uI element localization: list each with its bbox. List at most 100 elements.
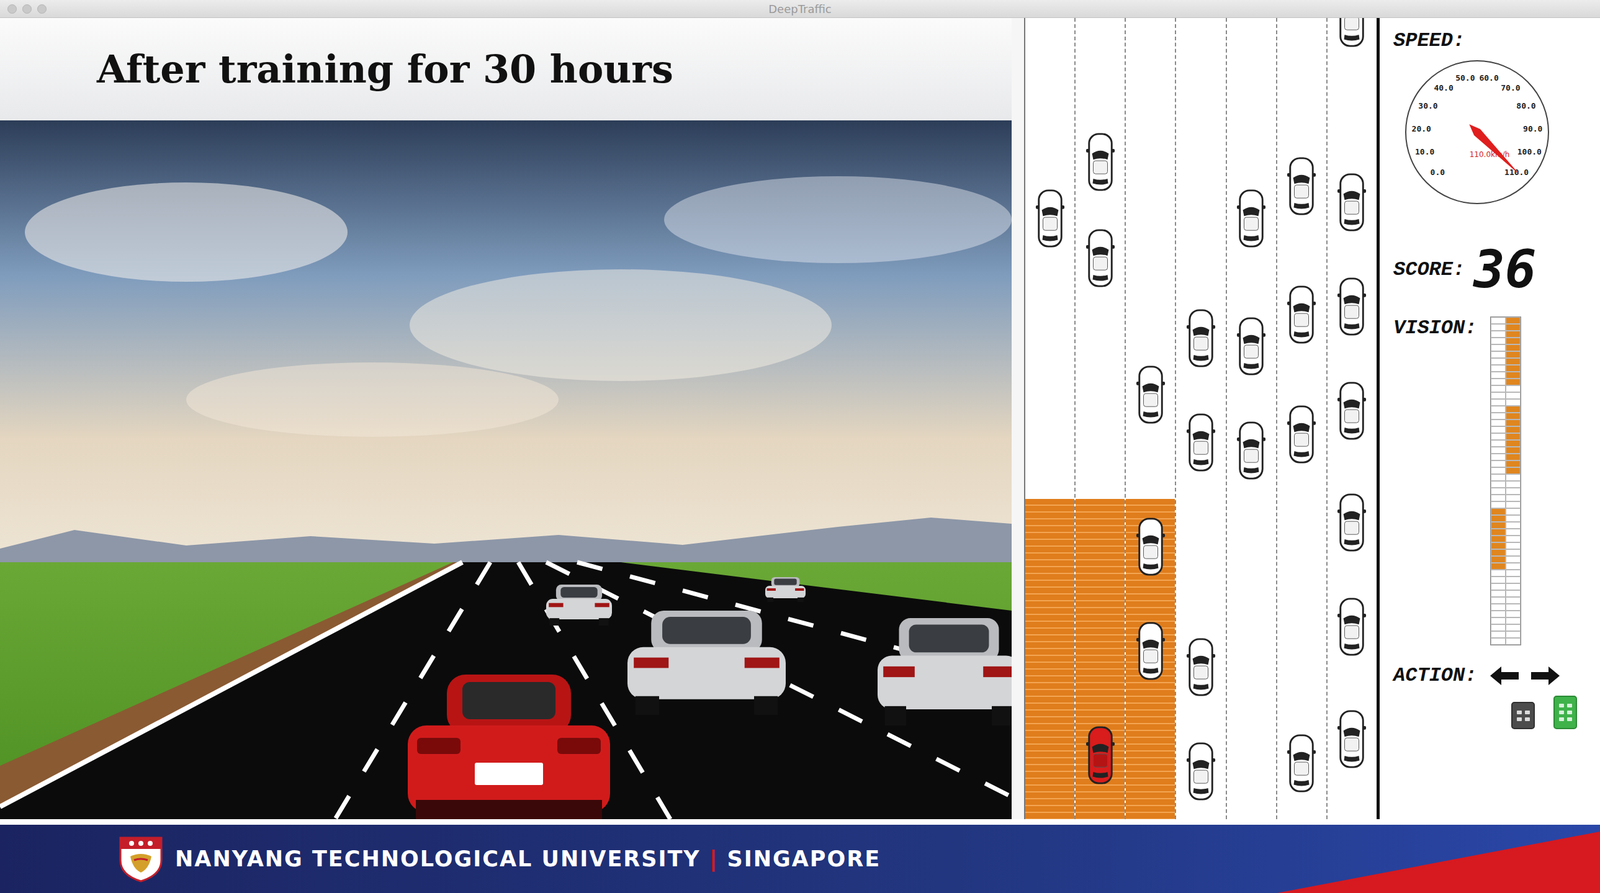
vision-cell — [1490, 494, 1506, 502]
vision-cell — [1490, 590, 1506, 598]
vision-cell — [1505, 508, 1521, 516]
traffic-car — [1336, 492, 1367, 553]
traffic-car — [1135, 364, 1166, 426]
traffic-car — [1085, 131, 1116, 193]
vision-cell — [1505, 549, 1521, 557]
vision-cell — [1505, 460, 1521, 468]
traffic-car — [1186, 307, 1216, 369]
university-crest-icon — [117, 835, 164, 883]
vision-cell — [1505, 364, 1521, 372]
vision-cell — [1490, 480, 1506, 488]
traffic-car — [1186, 412, 1216, 473]
main-area: After training for 30 hours SPEED: 0.0 10.0… — [0, 17, 1600, 820]
speed-tick: 100.0 — [1517, 147, 1542, 157]
speed-tick: 40.0 — [1433, 83, 1453, 93]
vision-cell — [1490, 638, 1506, 645]
action-row: ACTION: — [1393, 664, 1593, 688]
vision-cell — [1505, 590, 1521, 598]
speed-tick: 60.0 — [1478, 73, 1499, 83]
pedals — [1511, 695, 1593, 730]
road-lane — [1025, 17, 1076, 820]
brake-pedal-icon[interactable] — [1511, 701, 1535, 730]
window-controls — [0, 4, 769, 14]
scene-panel: After training for 30 hours — [0, 17, 1012, 820]
vision-cell — [1490, 405, 1506, 413]
speed-tick: 10.0 — [1415, 147, 1435, 157]
vision-cell — [1505, 453, 1521, 461]
vision-cell — [1490, 631, 1506, 639]
vision-cell — [1490, 385, 1506, 393]
speed-tick: 90.0 — [1523, 124, 1543, 134]
vision-cell — [1505, 562, 1521, 570]
vision-cell — [1490, 617, 1506, 625]
speed-label: SPEED: — [1393, 29, 1593, 53]
accelerate-pedal-icon[interactable] — [1553, 695, 1578, 730]
app-window: DeepTrafficAfter training for 30 hours SP… — [0, 0, 1600, 893]
traffic-car — [1236, 188, 1267, 249]
traffic-car — [1236, 420, 1267, 481]
traffic-car — [1336, 17, 1367, 49]
vision-cell — [1505, 405, 1521, 413]
traffic-car — [1186, 741, 1216, 802]
left-arrow-icon[interactable] — [1488, 665, 1520, 687]
vision-cell — [1490, 392, 1506, 400]
stats-panel: SPEED:0.010.020.030.040.050.060.070.080.… — [1379, 17, 1600, 820]
vision-cell — [1490, 562, 1506, 570]
traffic-car — [1035, 188, 1066, 249]
traffic-car — [1186, 636, 1216, 698]
traffic-car — [1135, 620, 1166, 682]
close-button[interactable] — [7, 4, 17, 14]
vision-cell — [1505, 617, 1521, 625]
action-label: ACTION: — [1393, 664, 1477, 688]
speed-tick: 50.0 — [1455, 73, 1475, 83]
speed-tick: 0.0 — [1430, 167, 1446, 177]
vision-cell — [1490, 576, 1506, 584]
vision-cell — [1505, 535, 1521, 543]
vision-cell — [1490, 317, 1506, 324]
minimize-button[interactable] — [22, 4, 32, 14]
window-title: DeepTraffic — [768, 2, 832, 16]
speed-tick: 30.0 — [1418, 101, 1438, 111]
vision-cell — [1490, 583, 1506, 591]
right-arrow-icon[interactable] — [1529, 665, 1561, 687]
vision-cell — [1505, 494, 1521, 502]
vision-cell — [1490, 610, 1506, 618]
traffic-car — [1135, 516, 1166, 578]
vision-cell — [1490, 542, 1506, 550]
slide-title-band: After training for 30 hours — [0, 17, 1012, 121]
scene-car — [546, 584, 612, 626]
vision-cell — [1490, 351, 1506, 359]
vision-cell — [1505, 624, 1521, 632]
road-lane — [1176, 17, 1227, 820]
vision-row: VISION: — [1393, 316, 1593, 646]
vision-cell — [1490, 337, 1506, 345]
speed-needle — [1465, 121, 1524, 179]
vision-cell — [1505, 576, 1521, 584]
vision-cell — [1505, 378, 1521, 386]
vision-cell — [1505, 569, 1521, 577]
vision-cell — [1490, 323, 1506, 331]
vision-cell — [1505, 337, 1521, 345]
scene-car — [627, 610, 786, 715]
traffic-car — [1286, 155, 1317, 217]
vision-cell — [1490, 521, 1506, 529]
vision-cell — [1490, 440, 1506, 447]
road-lane — [1125, 17, 1177, 820]
title-bar: DeepTraffic — [0, 0, 1600, 18]
vision-cell — [1505, 528, 1521, 536]
vision-cell — [1505, 631, 1521, 639]
traffic-car — [1336, 276, 1367, 338]
traffic-car — [1286, 404, 1317, 465]
vision-cell — [1505, 330, 1521, 338]
vision-cell — [1490, 535, 1506, 543]
road-lane — [1327, 17, 1377, 820]
vision-cell — [1490, 597, 1506, 604]
vision-cell — [1490, 419, 1506, 427]
vision-cell — [1490, 399, 1506, 406]
vision-cell — [1505, 556, 1521, 563]
vision-cell — [1505, 521, 1521, 529]
zoom-button[interactable] — [37, 4, 47, 14]
vision-cell — [1505, 351, 1521, 359]
footer-text: NANYANG TECHNOLOGICAL UNIVERSITY|SINGAPO… — [175, 846, 881, 872]
vision-cell — [1490, 487, 1506, 495]
